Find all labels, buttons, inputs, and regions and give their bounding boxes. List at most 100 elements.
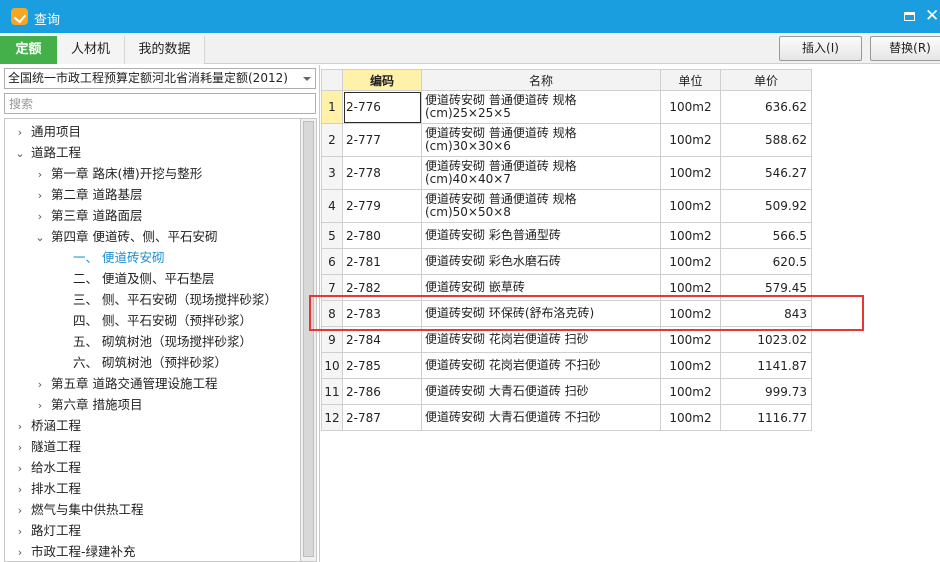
table-row[interactable]: 1 2-776 便道砖安砌 普通便道砖 规格(cm)25×25×5 100m2 636.… [321,90,812,124]
replace-button[interactable]: 替换(R) [870,36,940,61]
insert-button[interactable]: 插入(I) [779,36,862,61]
name-cell[interactable]: 便道砖安砌 彩色普通型砖 [421,222,661,249]
unit-cell[interactable]: 100m2 [660,156,721,190]
chevron-right-icon[interactable]: › [13,522,27,542]
tree-item[interactable]: › 第一章 路床(槽)开挖与整形 [33,164,202,184]
name-cell[interactable]: 便道砖安砌 大青石便道砖 扫砂 [421,378,661,405]
name-cell[interactable]: 便道砖安砌 普通便道砖 规格(cm)30×30×6 [421,123,661,157]
tree-item[interactable]: › 通用项目 [13,122,81,142]
table-row[interactable]: 6 2-781 便道砖安砌 彩色水磨石砖 100m2 620.5 [321,248,812,275]
unit-cell[interactable]: 100m2 [660,378,721,405]
chevron-right-icon[interactable]: › [33,186,47,206]
price-cell[interactable]: 566.5 [720,222,812,249]
table-row[interactable]: 2 2-777 便道砖安砌 普通便道砖 规格(cm)30×30×6 100m2 588.… [321,123,812,157]
tree-item[interactable]: › 隧道工程 [13,437,81,457]
tree-item[interactable]: 二、 便道及侧、平石垫层 [53,269,214,289]
chevron-right-icon[interactable]: › [33,207,47,227]
code-cell[interactable]: 2-777 [342,123,422,157]
code-cell[interactable]: 2-780 [342,222,422,249]
chevron-right-icon[interactable]: › [13,501,27,521]
unit-cell[interactable]: 100m2 [660,189,721,223]
code-cell[interactable]: 2-778 [342,156,422,190]
table-row[interactable]: 10 2-785 便道砖安砌 花岗岩便道砖 不扫砂 100m2 1141.87 [321,352,812,379]
tree-item[interactable]: › 第二章 道路基层 [33,185,143,206]
chevron-right-icon[interactable]: › [13,459,27,479]
price-cell[interactable]: 1116.77 [720,404,812,431]
price-cell[interactable]: 588.62 [720,123,812,157]
tree-item[interactable]: 三、 侧、平石安砌（现场搅拌砂浆） [53,290,277,310]
unit-cell[interactable]: 100m2 [660,404,721,431]
table-row[interactable]: 4 2-779 便道砖安砌 普通便道砖 规格(cm)50×50×8 100m2 509.… [321,189,812,223]
name-cell[interactable]: 便道砖安砌 普通便道砖 规格(cm)50×50×8 [421,189,661,223]
code-cell[interactable]: 2-776 [342,90,422,124]
tree-item[interactable]: › 排水工程 [13,479,81,499]
row-number-cell[interactable]: 6 [321,248,343,275]
code-cell[interactable]: 2-781 [342,248,422,275]
tree-item[interactable]: 四、 侧、平石安砌（预拌砂浆） [53,311,252,331]
row-number-cell[interactable]: 1 [321,90,343,124]
chevron-down-icon[interactable]: ⌄ [13,144,27,164]
tree-item[interactable]: ⌄ 道路工程 [13,143,81,163]
tab-quota[interactable]: 定额 [0,36,57,64]
tree-item[interactable]: 一、 便道砖安砌 [53,248,164,268]
chevron-right-icon[interactable]: › [13,123,27,143]
price-cell[interactable]: 1141.87 [720,352,812,379]
code-cell[interactable]: 2-787 [342,404,422,431]
price-cell[interactable]: 999.73 [720,378,812,405]
unit-cell[interactable]: 100m2 [660,248,721,275]
close-icon[interactable]: ✕ [925,6,939,26]
chevron-right-icon[interactable]: › [13,543,27,561]
price-cell[interactable]: 509.92 [720,189,812,223]
row-number-cell[interactable]: 10 [321,352,343,379]
code-cell[interactable]: 2-779 [342,189,422,223]
scrollbar-thumb[interactable] [303,121,314,557]
tree-item[interactable]: › 第六章 措施项目 [33,395,143,416]
code-cell[interactable]: 2-786 [342,378,422,405]
unit-cell[interactable]: 100m2 [660,123,721,157]
tree-item[interactable]: › 燃气与集中供热工程 [13,500,144,520]
tree-item[interactable]: 五、 砌筑树池（现场搅拌砂浆） [53,332,252,352]
column-header-unit[interactable]: 单位 [660,69,721,91]
unit-cell[interactable]: 100m2 [660,352,721,379]
price-cell[interactable]: 620.5 [720,248,812,275]
chevron-right-icon[interactable]: › [13,438,27,458]
table-row[interactable]: 12 2-787 便道砖安砌 大青石便道砖 不扫砂 100m2 1116.77 [321,404,812,431]
tree-item[interactable]: 六、 砌筑树池（预拌砂浆） [53,353,227,373]
row-number-cell[interactable]: 3 [321,156,343,190]
quota-library-select[interactable]: 全国统一市政工程预算定额河北省消耗量定额(2012) [4,68,316,89]
tree-scrollbar[interactable] [300,118,317,562]
search-input[interactable] [4,93,316,114]
row-number-cell[interactable]: 4 [321,189,343,223]
chevron-right-icon[interactable]: › [33,396,47,416]
name-cell[interactable]: 便道砖安砌 花岗岩便道砖 不扫砂 [421,352,661,379]
table-row[interactable]: 3 2-778 便道砖安砌 普通便道砖 规格(cm)40×40×7 100m2 546.… [321,156,812,190]
tree-item[interactable]: › 桥涵工程 [13,416,81,436]
tree-item[interactable]: › 路灯工程 [13,521,81,541]
tree-item[interactable]: › 给水工程 [13,458,81,478]
tab-labor-material-machine[interactable]: 人材机 [57,36,125,64]
name-cell[interactable]: 便道砖安砌 彩色水磨石砖 [421,248,661,275]
name-cell[interactable]: 便道砖安砌 普通便道砖 规格(cm)25×25×5 [421,90,661,124]
chevron-right-icon[interactable]: › [33,165,47,185]
tree-item[interactable]: › 第五章 道路交通管理设施工程 [33,374,218,395]
chevron-right-icon[interactable]: › [13,480,27,500]
row-number-cell[interactable]: 11 [321,378,343,405]
maximize-icon[interactable] [904,12,915,21]
unit-cell[interactable]: 100m2 [660,222,721,249]
chevron-right-icon[interactable]: › [13,417,27,437]
chevron-right-icon[interactable]: › [33,375,47,395]
chevron-down-icon[interactable]: ⌄ [33,228,47,248]
row-number-cell[interactable]: 5 [321,222,343,249]
tree-item[interactable]: ⌄ 第四章 便道砖、侧、平石安砌 [33,227,217,247]
column-header-code[interactable]: 编码 [342,69,422,91]
price-cell[interactable]: 546.27 [720,156,812,190]
unit-cell[interactable]: 100m2 [660,90,721,124]
price-cell[interactable]: 636.62 [720,90,812,124]
row-number-cell[interactable]: 2 [321,123,343,157]
column-header-price[interactable]: 单价 [720,69,812,91]
tree-item[interactable]: › 市政工程-绿建补充 [13,542,136,561]
table-row[interactable]: 5 2-780 便道砖安砌 彩色普通型砖 100m2 566.5 [321,222,812,249]
column-header-name[interactable]: 名称 [421,69,661,91]
name-cell[interactable]: 便道砖安砌 大青石便道砖 不扫砂 [421,404,661,431]
table-row[interactable]: 11 2-786 便道砖安砌 大青石便道砖 扫砂 100m2 999.73 [321,378,812,405]
